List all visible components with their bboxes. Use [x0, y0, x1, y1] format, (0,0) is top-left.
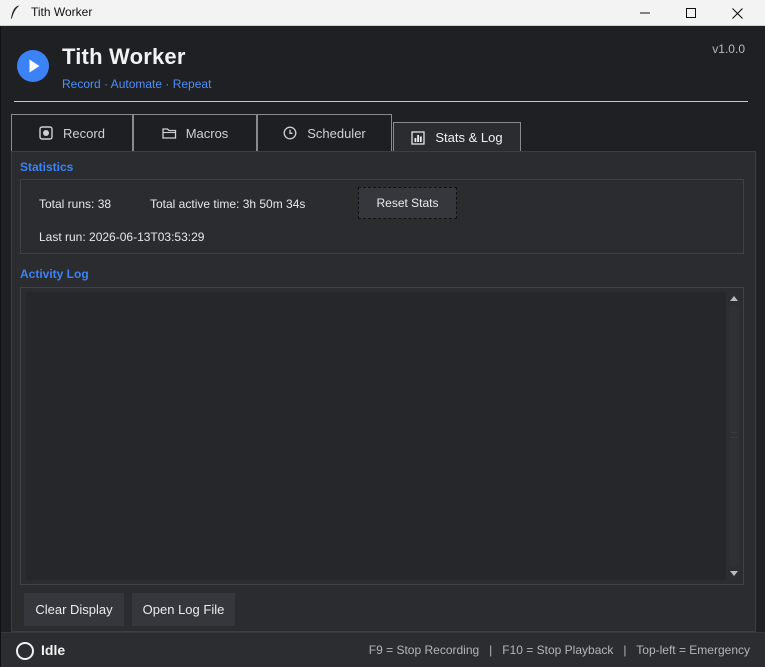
maximize-button[interactable] [668, 0, 714, 26]
window-title: Tith Worker [31, 5, 93, 19]
log-scrollbar[interactable] [727, 292, 741, 580]
activity-log-box [20, 287, 744, 585]
reset-stats-button[interactable]: Reset Stats [358, 187, 457, 219]
tab-record-label: Record [63, 125, 105, 141]
header-divider [14, 101, 748, 102]
tab-macros[interactable]: Macros [133, 114, 257, 151]
total-runs-text: Total runs: 38 [39, 197, 112, 211]
statistics-title: Statistics [20, 160, 74, 174]
app-tagline: Record · Automate · Repeat [62, 77, 212, 91]
scroll-up-icon[interactable] [730, 296, 738, 301]
tab-stats-log[interactable]: Stats & Log [393, 122, 521, 152]
stats-log-panel: Statistics Total runs: 38 Total active t… [11, 151, 756, 632]
status-bar: Idle F9 = Stop Recording | F10 = Stop Pl… [1, 632, 765, 667]
status-text: Idle [41, 642, 66, 658]
tab-scheduler-label: Scheduler [307, 125, 366, 141]
folder-icon [162, 126, 176, 140]
app-window: Tith Worker Record · Automate · Repeat v… [0, 26, 765, 667]
minimize-button[interactable] [622, 0, 668, 26]
feather-icon [11, 5, 19, 19]
close-icon [731, 7, 743, 19]
clear-display-button[interactable]: Clear Display [24, 593, 124, 626]
bar-chart-icon [411, 130, 425, 145]
open-log-file-button[interactable]: Open Log File [132, 593, 235, 626]
tab-record[interactable]: Record [11, 114, 133, 151]
scroll-grip-icon [731, 432, 737, 438]
activity-log-title: Activity Log [20, 267, 89, 281]
title-bar: Tith Worker [0, 0, 765, 26]
maximize-icon [686, 8, 696, 18]
tab-macros-label: Macros [185, 125, 229, 141]
scroll-down-icon[interactable] [730, 571, 738, 576]
clock-icon [283, 126, 297, 140]
record-icon [39, 126, 53, 140]
version-label: v1.0.0 [712, 42, 745, 56]
play-icon [17, 50, 49, 82]
activity-log-textarea[interactable] [26, 292, 726, 580]
statistics-box: Total runs: 38 Total active time: 3h 50m… [20, 179, 744, 254]
close-button[interactable] [714, 0, 760, 26]
minimize-icon [640, 12, 650, 14]
tab-scheduler[interactable]: Scheduler [257, 114, 392, 151]
tab-stats-log-label: Stats & Log [435, 130, 503, 145]
app-name: Tith Worker [62, 44, 186, 69]
idle-circle-icon [16, 642, 34, 660]
last-run-text: Last run: 2026-06-13T03:53:29 [39, 230, 205, 244]
total-active-time-text: Total active time: 3h 50m 34s [150, 197, 306, 211]
hotkeys-hint: F9 = Stop Recording | F10 = Stop Playbac… [368, 643, 750, 657]
